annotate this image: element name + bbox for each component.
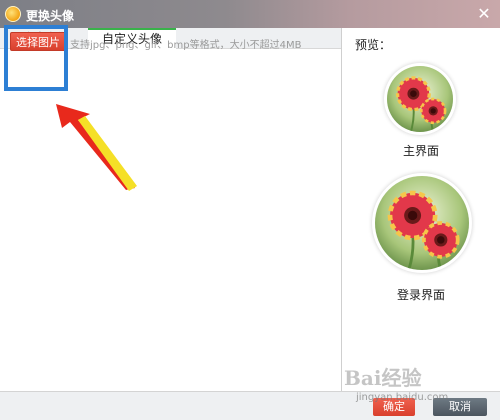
watermark-url: jingyan.baidu.com: [356, 392, 449, 403]
preview-heading: 预览：: [355, 38, 392, 52]
preview-panel: 预览： 主界面 登录界面: [342, 28, 500, 391]
flower-avatar-image: [387, 66, 453, 132]
login-ui-caption: 登录界面: [396, 288, 445, 302]
login-avatar-preview: [375, 176, 469, 270]
flower-avatar-image: [375, 176, 469, 270]
arrow-shaft-highlight: [78, 116, 137, 191]
main-ui-caption: 主界面: [402, 144, 439, 158]
main-avatar-preview: [387, 66, 453, 132]
